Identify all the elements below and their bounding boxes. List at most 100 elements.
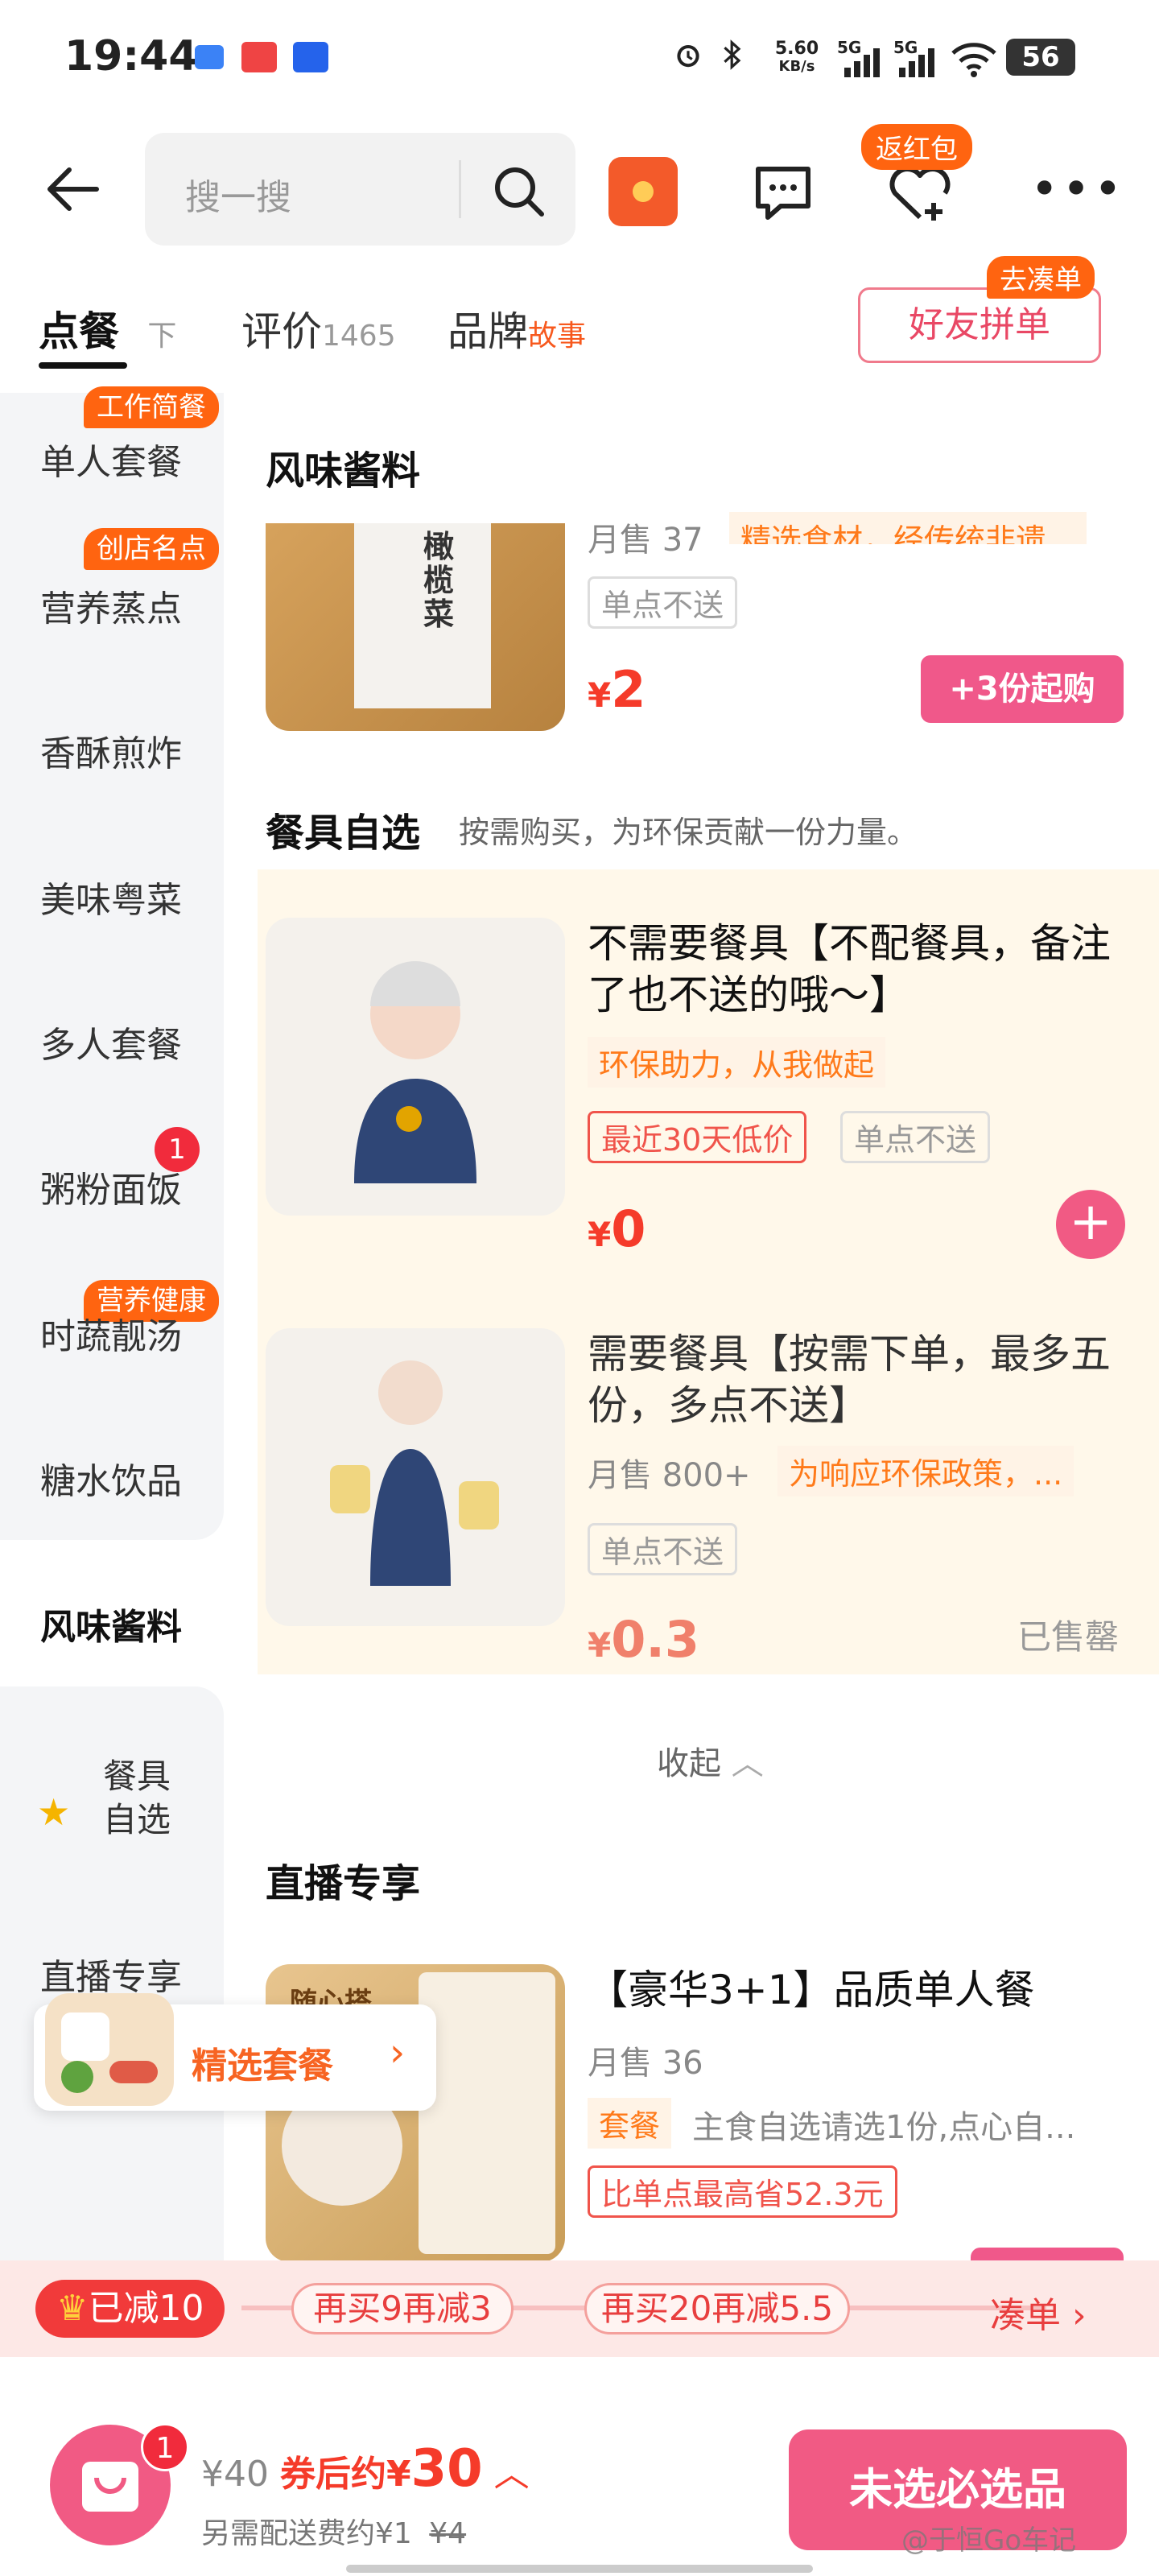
back-arrow-icon[interactable]	[40, 157, 105, 221]
more-menu-icon[interactable]: •••	[1030, 165, 1125, 213]
no-cutlery-eco-tag: 环保助力，从我做起	[588, 1037, 886, 1088]
crown-icon: ♛	[56, 2288, 89, 2329]
original-price: ¥40	[201, 2454, 269, 2495]
status-bar: 19:44 5.60 KB/s 5G 5G 56	[0, 0, 1159, 121]
sidebar-item-sauce-active[interactable]: 风味酱料	[40, 1598, 182, 1649]
delivery-fee-original: ¥4	[429, 2517, 467, 2550]
need-cutlery-sold: 月售 800+	[588, 1457, 751, 1494]
bento-icon	[45, 1993, 174, 2106]
deluxe-set-title: 【豪华3+1】品质单人餐	[588, 1967, 1035, 2013]
search-divider	[459, 160, 461, 218]
no-cutlery-title: 不需要餐具【不配餐具，备注了也不送的哦～】	[588, 920, 1111, 1018]
need-cutlery-eco-tag: 为响应环保政策，...	[777, 1446, 1074, 1496]
no-cutlery-currency: ¥	[588, 1215, 612, 1254]
red-envelope-icon[interactable]	[608, 157, 678, 226]
final-currency: ¥	[386, 2454, 411, 2495]
chevron-up-icon: ︿	[731, 1745, 764, 1782]
add-no-cutlery-button[interactable]: +	[1056, 1190, 1125, 1259]
set-meal-tag: 套餐	[588, 2098, 672, 2149]
watermark: @于恒Go车记	[901, 2524, 1077, 2557]
section-title-live: 直播专享	[266, 1861, 421, 1906]
collapse-label: 收起	[657, 1745, 721, 1782]
search-bar[interactable]: 搜一搜	[145, 133, 575, 246]
sidebar-item-single-set[interactable]: 单人套餐	[0, 433, 224, 485]
sidebar-item-live[interactable]: 直播专享	[40, 1948, 182, 2000]
add-on-link[interactable]: 凑单 ›	[990, 2286, 1087, 2338]
sidebar-count-badge: 1	[155, 1127, 200, 1172]
need-cutlery-currency: ¥	[588, 1625, 612, 1665]
net-speed-value: 5.60	[774, 39, 819, 59]
sauce-feature-tag: 精选食材，经传统非遗...	[729, 512, 1087, 544]
wifi-icon	[951, 43, 996, 77]
after-coupon-label: 券后约	[279, 2454, 386, 2495]
delivery-fee-note: 另需配送费约¥1 ¥4	[201, 2510, 466, 2552]
tab-reviews-count: 1465	[322, 320, 396, 353]
cart-count-badge: 1	[141, 2423, 189, 2471]
sidebar-item-cutlery[interactable]: 餐具 自选	[103, 1755, 171, 1842]
olive-vegetable-image[interactable]: 橄榄菜	[266, 523, 565, 731]
tab-brand-label: 品牌	[448, 308, 528, 355]
promo-tier-2: 再买20再减5.5	[584, 2283, 850, 2334]
tab-brand-story: 故事	[528, 320, 587, 353]
section-title-sauce: 风味酱料	[266, 448, 421, 493]
cashback-badge: 返红包	[861, 124, 972, 170]
no-cutlery-price-value: 0	[611, 1199, 646, 1258]
sidebar-item-cantonese[interactable]: 美味粤菜	[0, 871, 224, 923]
star-icon: ★	[37, 1790, 71, 1834]
sauce-price-value: 2	[611, 660, 646, 719]
app-notification-icons	[195, 40, 340, 76]
group-order-button[interactable]: 好友拼单	[858, 287, 1101, 363]
savings-tag: 比单点最高省52.3元	[588, 2165, 897, 2218]
tab-order-label: 点餐	[39, 308, 119, 355]
net-speed: 5.60 KB/s	[769, 40, 825, 76]
add-on-label: 凑单	[990, 2295, 1061, 2336]
need-cutlery-not-single-tag: 单点不送	[588, 1523, 738, 1575]
home-indicator[interactable]	[346, 2565, 813, 2573]
sidebar-tag-work-meal: 工作简餐	[84, 386, 219, 428]
tab-reviews[interactable]: 评价1465	[241, 299, 396, 357]
olive-vegetable-label: 橄榄菜	[423, 529, 455, 632]
need-cutlery-price-value: 0.3	[611, 1610, 700, 1669]
search-icon[interactable]	[491, 163, 547, 220]
sold-out-label: 已售罄	[1017, 1617, 1120, 1657]
sauce-price: ¥2	[588, 660, 645, 719]
chevron-up-small-icon[interactable]: ︿	[494, 2454, 530, 2495]
alarm-icon	[677, 45, 699, 68]
promo-tier-1: 再买9再减3	[291, 2283, 514, 2334]
sidebar-cutlery-line2: 自选	[103, 1800, 171, 1839]
sidebar-item-fried[interactable]: 香酥煎炸	[0, 724, 224, 776]
need-cutlery-price: ¥0.3	[588, 1610, 699, 1669]
signal-icon-2	[899, 48, 934, 77]
low-price-tag: 最近30天低价	[588, 1111, 807, 1163]
message-icon[interactable]	[749, 158, 818, 227]
sidebar-item-multi-set[interactable]: 多人套餐	[0, 1016, 224, 1067]
need-cutlery-image[interactable]	[266, 1328, 565, 1626]
sidebar-tag-signature: 创店名点	[84, 528, 219, 570]
no-cutlery-price: ¥0	[588, 1199, 645, 1258]
tab-brand[interactable]: 品牌故事	[448, 299, 586, 357]
tab-active-indicator	[39, 362, 127, 369]
bluetooth-icon	[724, 39, 741, 70]
reduced-label: 已减10	[88, 2288, 204, 2329]
tab-order-extra: 下	[147, 320, 177, 353]
sidebar-item-desserts[interactable]: 糖水饮品	[0, 1452, 224, 1504]
sidebar-item-dim-sum[interactable]: 营养蒸点	[0, 580, 224, 631]
featured-set-card[interactable]: 精选套餐 ›	[34, 1993, 436, 2111]
sauce-sold: 月售 37	[588, 522, 703, 559]
sidebar-item-veg-soup[interactable]: 时蔬靓汤	[0, 1307, 224, 1359]
no-cutlery-not-single-tag: 单点不送	[840, 1111, 991, 1163]
sidebar-cutlery-line1: 餐具	[103, 1757, 171, 1796]
signal-icon	[844, 48, 880, 77]
tab-reviews-label: 评价	[241, 308, 322, 355]
sidebar-item-porridge[interactable]: 粥粉面饭	[0, 1161, 224, 1212]
no-cutlery-image[interactable]	[266, 918, 565, 1216]
tab-order[interactable]: 点餐 下	[39, 299, 176, 357]
chevron-right-icon: ›	[390, 2030, 406, 2075]
battery-indicator: 56	[1006, 39, 1075, 76]
delivery-fee-text: 另需配送费约¥1	[201, 2517, 412, 2550]
min-purchase-button[interactable]: +3份起购	[921, 655, 1124, 723]
deluxe-set-desc: 主食自选请选1份,点心自...	[692, 2109, 1076, 2146]
search-placeholder: 搜一搜	[185, 177, 291, 218]
deluxe-set-sold: 月售 36	[588, 2045, 703, 2082]
collapse-button[interactable]: 收起 ︿	[657, 1737, 764, 1784]
